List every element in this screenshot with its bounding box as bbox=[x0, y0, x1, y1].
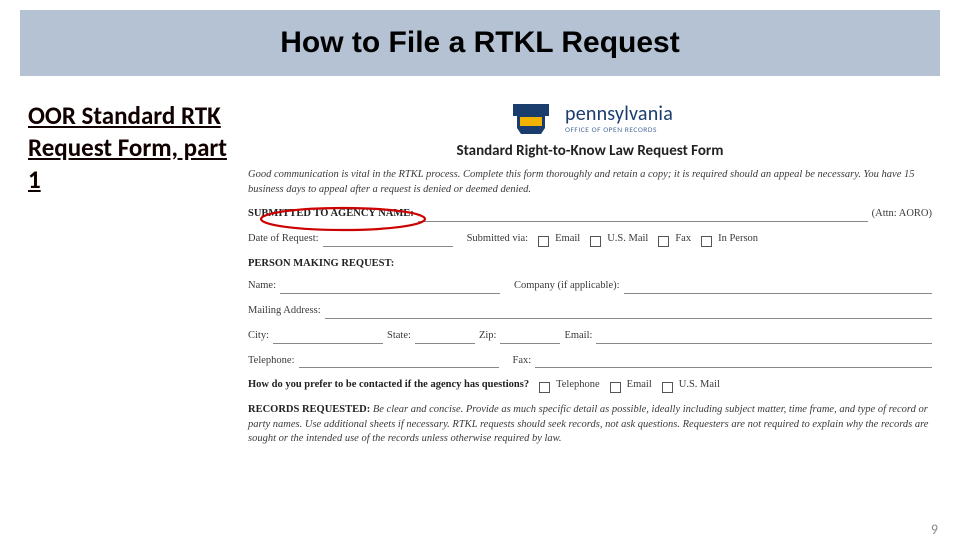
checkbox-email-icon bbox=[538, 236, 549, 247]
checkbox-pref-mail-icon bbox=[662, 382, 673, 393]
company-label: Company (if applicable): bbox=[514, 279, 620, 294]
form-intro: Good communication is vital in the RTKL … bbox=[248, 168, 932, 197]
zip-label: Zip: bbox=[479, 329, 497, 344]
page-number: 9 bbox=[931, 521, 938, 538]
checkbox-pref-tel-icon bbox=[539, 382, 550, 393]
slide-title-bar: How to File a RTKL Request bbox=[20, 10, 940, 76]
date-via-row: Date of Request: Submitted via: Email U.… bbox=[248, 232, 932, 247]
mailing-row: Mailing Address: bbox=[248, 304, 932, 319]
records-requested: RECORDS REQUESTED: Be clear and concise.… bbox=[248, 403, 932, 447]
state-label: State: bbox=[387, 329, 411, 344]
records-lead: RECORDS REQUESTED: bbox=[248, 404, 370, 415]
attn-label: (Attn: AORO) bbox=[872, 207, 932, 222]
email-label: Email: bbox=[564, 329, 592, 344]
pref-tel: Telephone bbox=[556, 378, 600, 393]
submitted-to-blank bbox=[418, 210, 868, 222]
pref-mail: U.S. Mail bbox=[679, 378, 720, 393]
submitted-to-row: SUBMITTED TO AGENCY NAME: (Attn: AORO) bbox=[248, 207, 932, 222]
fax-label: Fax: bbox=[513, 354, 532, 369]
brand-main: pennsylvania bbox=[565, 102, 673, 126]
form-title: Standard Right-to-Know Law Request Form bbox=[248, 142, 932, 160]
checkbox-person-icon bbox=[701, 236, 712, 247]
form-body: Good communication is vital in the RTKL … bbox=[248, 168, 932, 447]
brand-row: pennsylvania OFFICE OF OPEN RECORDS bbox=[248, 100, 932, 136]
slide-title: How to File a RTKL Request bbox=[20, 26, 940, 60]
person-header: PERSON MAKING REQUEST: bbox=[248, 257, 932, 272]
via-email: Email bbox=[555, 232, 580, 247]
email-blank bbox=[596, 332, 932, 344]
mailing-blank bbox=[325, 307, 932, 319]
contact-pref-row: How do you prefer to be contacted if the… bbox=[248, 378, 932, 393]
via-mail: U.S. Mail bbox=[607, 232, 648, 247]
via-person: In Person bbox=[718, 232, 758, 247]
checkbox-fax-icon bbox=[658, 236, 669, 247]
tel-blank bbox=[299, 356, 499, 368]
company-blank bbox=[624, 282, 932, 294]
checkbox-mail-icon bbox=[590, 236, 601, 247]
form-image-area: pennsylvania OFFICE OF OPEN RECORDS Stan… bbox=[248, 100, 932, 447]
zip-blank bbox=[500, 332, 560, 344]
submitted-to-label: SUBMITTED TO AGENCY NAME: bbox=[248, 207, 414, 222]
left-column: OOR Standard RTK Request Form, part 1 bbox=[28, 100, 238, 447]
city-label: City: bbox=[248, 329, 269, 344]
via-fax: Fax bbox=[675, 232, 691, 247]
date-label: Date of Request: bbox=[248, 232, 319, 247]
submitted-via-label: Submitted via: bbox=[467, 232, 529, 247]
date-blank bbox=[323, 235, 453, 247]
pa-keystone-logo-icon bbox=[507, 100, 555, 136]
checkbox-pref-email-icon bbox=[610, 382, 621, 393]
pref-email: Email bbox=[627, 378, 652, 393]
brand-sub: OFFICE OF OPEN RECORDS bbox=[565, 126, 673, 135]
name-row: Name: Company (if applicable): bbox=[248, 279, 932, 294]
fax-blank bbox=[535, 356, 932, 368]
state-blank bbox=[415, 332, 475, 344]
tel-row: Telephone: Fax: bbox=[248, 354, 932, 369]
left-heading: OOR Standard RTK Request Form, part 1 bbox=[28, 100, 238, 196]
content-area: OOR Standard RTK Request Form, part 1 pe… bbox=[0, 76, 960, 447]
tel-label: Telephone: bbox=[248, 354, 295, 369]
name-label: Name: bbox=[248, 279, 276, 294]
name-blank bbox=[280, 282, 500, 294]
mailing-label: Mailing Address: bbox=[248, 304, 321, 319]
contact-pref-label: How do you prefer to be contacted if the… bbox=[248, 378, 529, 393]
city-blank bbox=[273, 332, 383, 344]
brand-text: pennsylvania OFFICE OF OPEN RECORDS bbox=[565, 102, 673, 135]
city-row: City: State: Zip: Email: bbox=[248, 329, 932, 344]
